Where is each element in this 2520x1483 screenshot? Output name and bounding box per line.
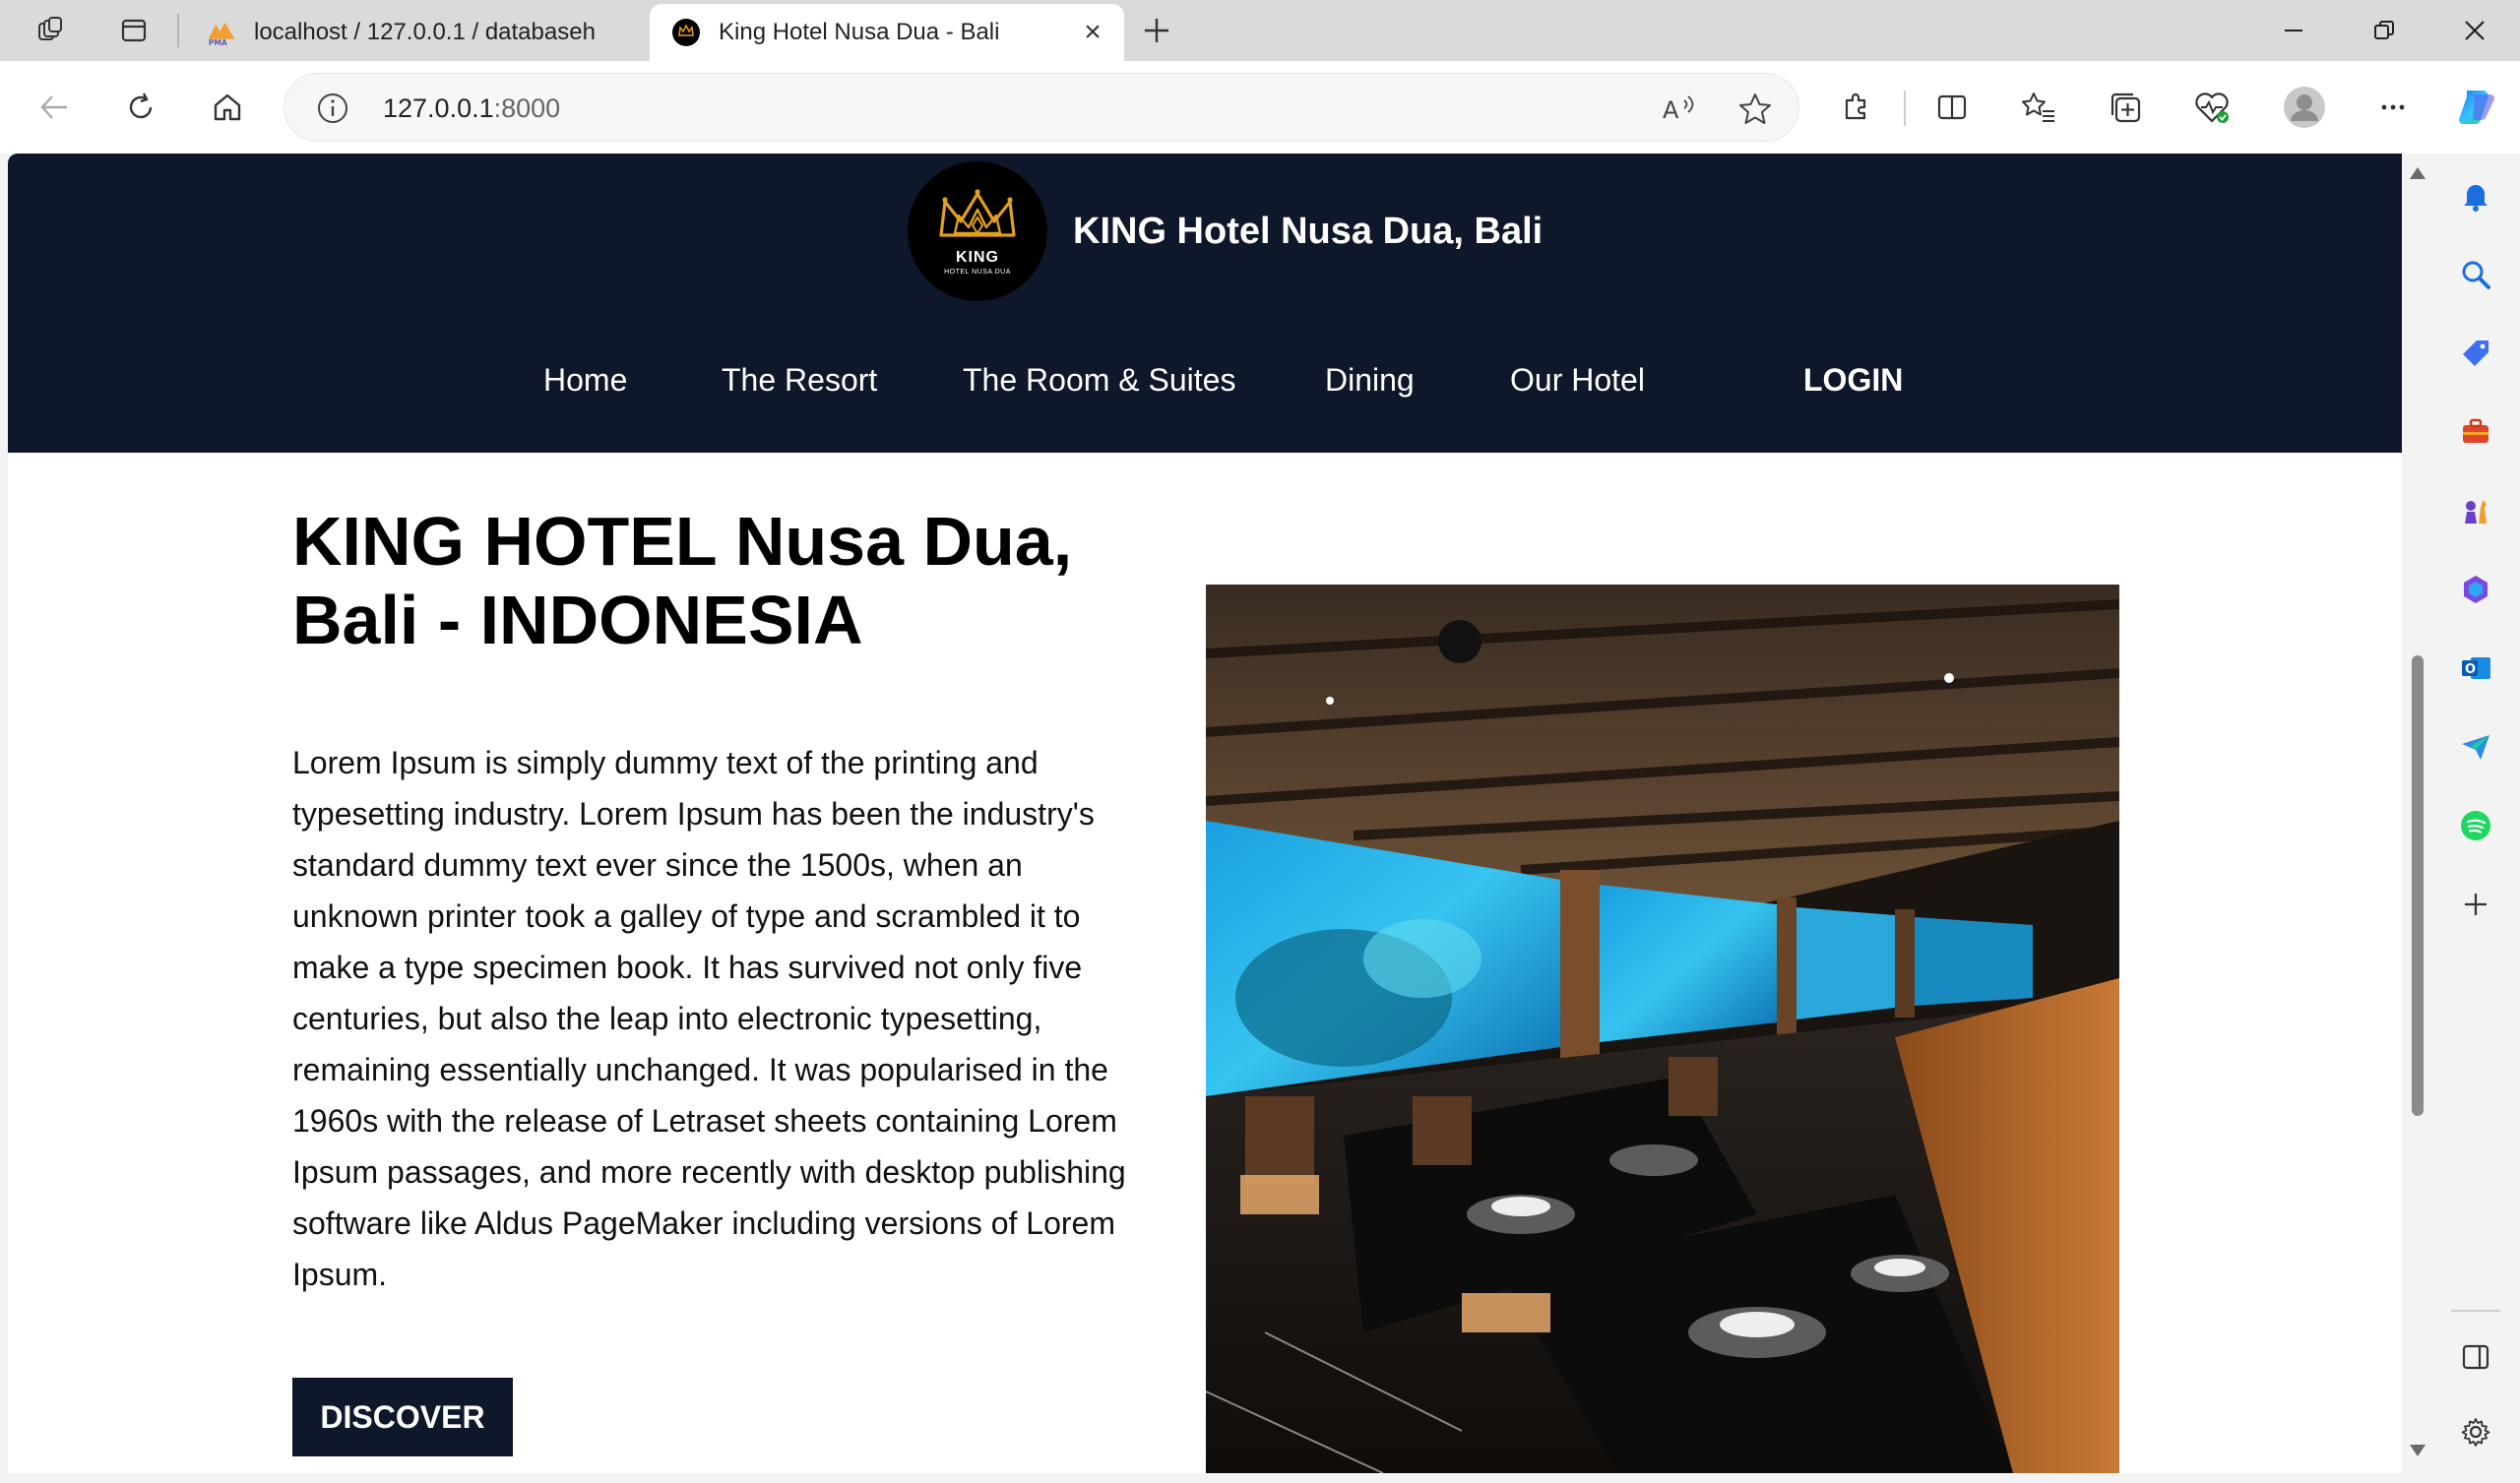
discover-button[interactable]: DISCOVER <box>292 1378 513 1456</box>
crown-icon <box>671 18 701 47</box>
browser-essentials-icon[interactable] <box>2187 83 2236 132</box>
site-header: KING HOTEL NUSA DUA KING Hotel Nusa Dua,… <box>8 154 2402 453</box>
spotify-icon[interactable] <box>2453 803 2498 848</box>
back-icon[interactable] <box>30 83 79 132</box>
tab-label: localhost / 127.0.0.1 / databaseh <box>254 19 596 45</box>
send-drop-icon[interactable] <box>2453 724 2498 770</box>
vertical-tabs-icon[interactable] <box>113 10 155 51</box>
favorite-star-icon[interactable] <box>1733 88 1777 131</box>
nav-our-hotel[interactable]: Our Hotel <box>1510 362 1645 399</box>
logo-subtitle: HOTEL NUSA DUA <box>944 268 1011 276</box>
nav-home[interactable]: Home <box>543 362 627 399</box>
notifications-bell-icon[interactable] <box>2453 173 2498 218</box>
refresh-icon[interactable] <box>116 83 165 132</box>
brand-name: KING Hotel Nusa Dua, Bali <box>1073 211 1544 252</box>
crown-icon <box>939 188 1016 237</box>
outlook-icon[interactable]: O <box>2453 646 2498 691</box>
tab-label: King Hotel Nusa Dua - Bali <box>719 19 1000 45</box>
hero-description: Lorem Ipsum is simply dummy text of the … <box>292 745 1126 1292</box>
hide-sidebar-icon[interactable] <box>2453 1334 2498 1380</box>
microsoft-365-icon[interactable] <box>2453 567 2498 612</box>
browser-toolbar: 127.0.0.1:8000 A <box>0 61 2520 154</box>
close-tab-icon[interactable]: × <box>1075 15 1110 50</box>
tools-briefcase-icon[interactable] <box>2453 409 2498 455</box>
nav-room-suites[interactable]: The Room & Suites <box>963 362 1235 399</box>
edge-sidebar: O <box>2431 154 2520 1483</box>
home-icon[interactable] <box>203 83 252 132</box>
hero-title-line-1: KING HOTEL Nusa Dua, <box>292 503 1073 580</box>
extensions-icon[interactable] <box>1831 83 1880 132</box>
scroll-up-arrow[interactable] <box>2410 167 2426 179</box>
profile-avatar[interactable] <box>2280 83 2329 132</box>
site-info-icon[interactable] <box>316 92 349 130</box>
minimize-icon[interactable] <box>2248 8 2339 53</box>
tab-strip: PMA localhost / 127.0.0.1 / databaseh Ki… <box>0 0 2520 61</box>
tab-separator <box>177 14 179 47</box>
split-screen-icon[interactable] <box>1927 83 1977 132</box>
shopping-tag-icon[interactable] <box>2453 331 2498 376</box>
new-tab-icon[interactable] <box>1136 10 1177 51</box>
collections-icon[interactable] <box>2101 83 2150 132</box>
workspaces-icon[interactable] <box>30 10 71 51</box>
scroll-thumb[interactable] <box>2412 655 2424 1116</box>
hotel-logo[interactable]: KING HOTEL NUSA DUA <box>908 161 1047 301</box>
hero-title: KING HOTEL Nusa Dua, Bali - INDONESIA <box>292 502 1178 659</box>
games-chess-icon[interactable] <box>2453 488 2498 533</box>
tab-king-hotel[interactable]: King Hotel Nusa Dua - Bali × <box>650 4 1124 61</box>
underwater-restaurant-photo <box>1206 585 2119 1473</box>
svg-text:A: A <box>1663 96 1679 124</box>
nav-dining[interactable]: Dining <box>1325 362 1415 399</box>
close-window-icon[interactable] <box>2429 8 2520 53</box>
restore-icon[interactable] <box>2339 8 2429 53</box>
read-aloud-icon[interactable]: A <box>1657 88 1700 131</box>
copilot-icon[interactable] <box>2451 83 2500 132</box>
nav-login[interactable]: LOGIN <box>1803 362 1903 399</box>
hero-title-line-2: Bali - INDONESIA <box>292 582 863 658</box>
tab-phpmyadmin[interactable]: PMA localhost / 127.0.0.1 / databaseh <box>185 4 648 61</box>
svg-text:PMA: PMA <box>209 38 227 47</box>
search-icon[interactable] <box>2453 252 2498 297</box>
page-viewport: KING HOTEL NUSA DUA KING Hotel Nusa Dua,… <box>8 154 2402 1473</box>
toolbar-separator <box>1904 91 1906 126</box>
page-scrollbar[interactable] <box>2402 154 2431 1473</box>
svg-text:O: O <box>2465 662 2476 677</box>
sidebar-settings-gear-icon[interactable] <box>2453 1409 2498 1454</box>
address-bar[interactable]: 127.0.0.1:8000 A <box>284 73 1799 142</box>
scroll-down-arrow[interactable] <box>2410 1445 2426 1456</box>
logo-wordmark: KING <box>956 248 999 266</box>
url-text: 127.0.0.1:8000 <box>383 93 561 123</box>
more-options-icon[interactable] <box>2368 83 2418 132</box>
nav-the-resort[interactable]: The Resort <box>722 362 877 399</box>
phpmyadmin-icon: PMA <box>207 18 236 47</box>
favorites-icon[interactable] <box>2014 83 2063 132</box>
sidebar-separator <box>2451 1310 2500 1312</box>
add-sidebar-app-icon[interactable] <box>2453 882 2498 927</box>
